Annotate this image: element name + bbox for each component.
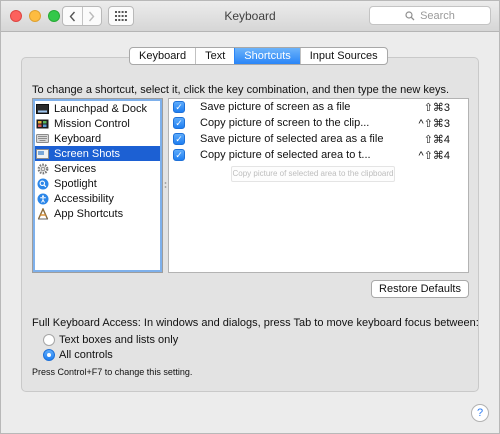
keyboard-access-label: Full Keyboard Access: In windows and dia… bbox=[32, 317, 479, 329]
search-field[interactable]: Search bbox=[369, 6, 491, 25]
category-item-launchpad-dock[interactable]: Launchpad & Dock bbox=[33, 101, 162, 116]
mission-control-icon bbox=[36, 118, 49, 129]
keyboard-icon bbox=[36, 133, 49, 144]
category-item-spotlight[interactable]: Spotlight bbox=[33, 176, 162, 191]
shortcut-label: Copy picture of selected area to t... bbox=[200, 149, 371, 161]
category-item-app-shortcuts[interactable]: App Shortcuts bbox=[33, 206, 162, 221]
category-item-services[interactable]: Services bbox=[33, 161, 162, 176]
radio-label: All controls bbox=[59, 349, 113, 361]
shortcut-checkbox[interactable]: ✓ bbox=[173, 133, 185, 145]
shortcut-checkbox[interactable]: ✓ bbox=[173, 117, 185, 129]
shortcut-checkbox[interactable]: ✓ bbox=[173, 149, 185, 161]
restore-defaults-button[interactable]: Restore Defaults bbox=[371, 280, 469, 298]
category-list[interactable]: Launchpad & Dock Mission Control Keyboar… bbox=[32, 98, 163, 273]
title-bar[interactable]: Keyboard Search bbox=[1, 1, 499, 32]
shortcut-list[interactable]: ✓ Save picture of screen as a file ⇧⌘3 ✓… bbox=[168, 98, 469, 273]
category-label: Services bbox=[54, 162, 97, 175]
keyboard-preferences-window: Keyboard Search Keyboard Text Shortcuts … bbox=[0, 0, 500, 434]
category-label: App Shortcuts bbox=[54, 207, 124, 220]
search-placeholder: Search bbox=[420, 9, 455, 22]
category-label: Keyboard bbox=[54, 132, 102, 145]
shortcut-label: Save picture of screen as a file bbox=[200, 101, 351, 113]
shortcut-row[interactable]: ✓ Copy picture of screen to the clip... … bbox=[169, 116, 468, 131]
radio-button[interactable] bbox=[43, 334, 55, 346]
category-item-keyboard[interactable]: Keyboard bbox=[33, 131, 162, 146]
shortcut-keys[interactable]: ⇧⌘3 bbox=[424, 101, 450, 114]
shortcut-label: Copy picture of screen to the clip... bbox=[200, 117, 370, 129]
shortcut-keys[interactable]: ⇧⌘4 bbox=[424, 133, 450, 146]
category-label: Mission Control bbox=[54, 117, 130, 130]
launchpad-dock-icon bbox=[36, 103, 49, 114]
category-item-screen-shots[interactable]: Screen Shots bbox=[35, 146, 160, 161]
radio-text-boxes-only[interactable]: Text boxes and lists only bbox=[43, 333, 178, 347]
category-label: Spotlight bbox=[54, 177, 97, 190]
instructions-text: To change a shortcut, select it, click t… bbox=[32, 84, 450, 96]
gear-icon bbox=[36, 163, 49, 174]
shortcut-row[interactable]: ✓ Copy picture of selected area to t... … bbox=[169, 148, 468, 163]
tab-text[interactable]: Text bbox=[195, 48, 234, 64]
shortcut-tooltip: Copy picture of selected area to the cli… bbox=[231, 166, 395, 182]
shortcut-row[interactable]: ✓ Save picture of screen as a file ⇧⌘3 bbox=[169, 100, 468, 115]
tab-shortcuts[interactable]: Shortcuts bbox=[234, 48, 300, 64]
category-item-mission-control[interactable]: Mission Control bbox=[33, 116, 162, 131]
category-label: Screen Shots bbox=[54, 147, 121, 160]
shortcut-keys[interactable]: ^⇧⌘4 bbox=[419, 149, 451, 162]
shortcut-keys[interactable]: ^⇧⌘3 bbox=[419, 117, 451, 130]
category-label: Launchpad & Dock bbox=[54, 102, 147, 115]
category-label: Accessibility bbox=[54, 192, 114, 205]
radio-button-selected[interactable] bbox=[43, 349, 55, 361]
search-icon bbox=[405, 10, 415, 20]
keyboard-access-hint: Press Control+F7 to change this setting. bbox=[32, 367, 193, 377]
tab-input-sources[interactable]: Input Sources bbox=[299, 48, 387, 64]
radio-all-controls[interactable]: All controls bbox=[43, 348, 113, 362]
tab-keyboard[interactable]: Keyboard bbox=[130, 48, 195, 64]
radio-label: Text boxes and lists only bbox=[59, 334, 179, 346]
tab-bar: Keyboard Text Shortcuts Input Sources bbox=[129, 47, 388, 65]
shortcut-checkbox[interactable]: ✓ bbox=[173, 101, 185, 113]
help-button[interactable]: ? bbox=[471, 404, 489, 422]
spotlight-icon bbox=[36, 178, 49, 189]
accessibility-icon bbox=[36, 193, 49, 204]
shortcut-label: Save picture of selected area as a file bbox=[200, 133, 384, 145]
app-shortcuts-icon bbox=[36, 207, 49, 219]
shortcut-row[interactable]: ✓ Save picture of selected area as a fil… bbox=[169, 132, 468, 147]
screenshot-icon bbox=[36, 148, 49, 159]
category-item-accessibility[interactable]: Accessibility bbox=[33, 191, 162, 206]
